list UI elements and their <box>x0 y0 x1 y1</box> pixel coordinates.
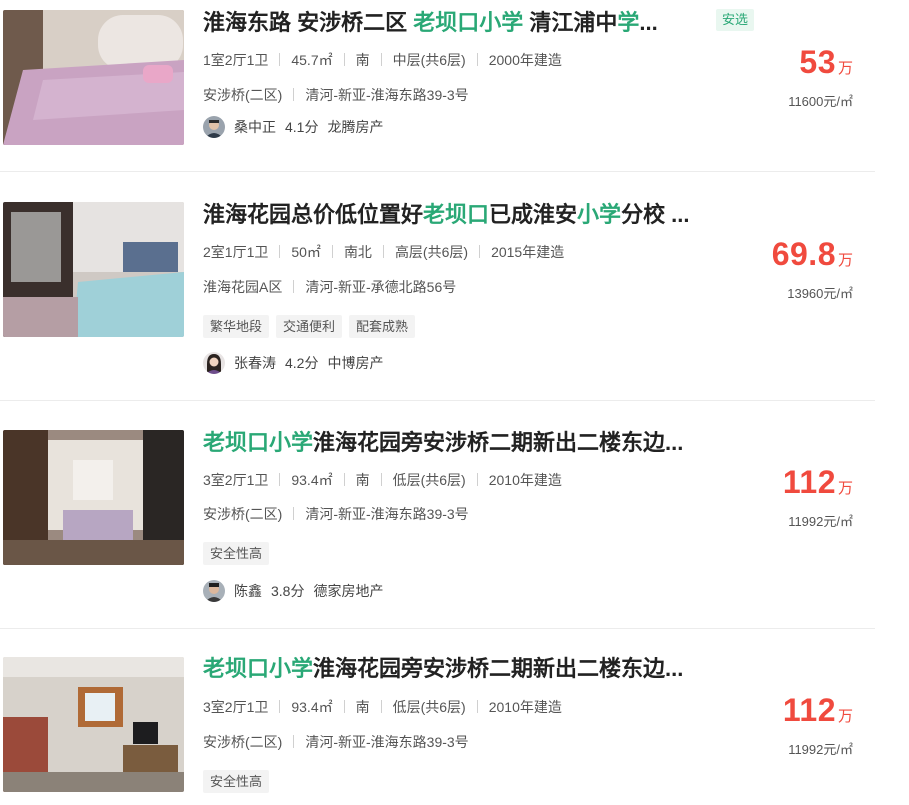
house-info: 3室2厅1卫 93.4㎡南低层(共6层) 2010年建造 <box>203 472 562 488</box>
agent-score: 4.1分 <box>285 119 319 135</box>
listing-photo[interactable] <box>3 10 184 145</box>
house-info: 1室2厅1卫 45.7㎡南中层(共6层) 2000年建造 <box>203 52 562 68</box>
community-link[interactable]: 安涉桥(二区) <box>203 87 282 103</box>
agent-info[interactable]: 张春涛 4.2分 中博房产 <box>203 352 383 374</box>
community-link[interactable]: 安涉桥(二区) <box>203 506 282 522</box>
avatar <box>203 352 225 374</box>
unit-price: 11992元/㎡ <box>788 514 853 529</box>
unit-price: 11992元/㎡ <box>788 742 853 757</box>
agent-info[interactable]: 桑中正 4.1分 龙腾房产 <box>203 116 383 138</box>
location-info: 淮海花园A区 清河-新亚-承德北路56号 <box>203 279 457 295</box>
feature-tags: 繁华地段 交通便利 配套成熟 <box>203 315 416 338</box>
unit-price: 11600元/㎡ <box>788 94 853 109</box>
listing-title[interactable]: 淮海花园总价低位置好老坝口已成淮安小学分校 ... <box>203 200 763 230</box>
listing-card[interactable]: 淮海东路 安涉桥二区 老坝口小学 清江浦中学... 安选 1室2厅1卫 45.7㎡… <box>0 0 875 172</box>
agent-company: 德家房地产 <box>313 583 384 599</box>
agent-score: 4.2分 <box>285 355 319 371</box>
avatar <box>203 116 225 138</box>
location-info: 安涉桥(二区) 清河-新亚-淮海东路39-3号 <box>203 506 469 522</box>
listing-title[interactable]: 老坝口小学淮海花园旁安涉桥二期新出二楼东边... <box>203 428 763 458</box>
listing-card[interactable]: 老坝口小学淮海花园旁安涉桥二期新出二楼东边... 3室2厅1卫 93.4㎡南低层(… <box>0 401 875 629</box>
feature-tag: 交通便利 <box>276 315 343 338</box>
total-price: 112 万 <box>782 692 853 728</box>
location-info: 安涉桥(二区) 清河-新亚-淮海东路39-3号 <box>203 734 469 750</box>
community-link[interactable]: 安涉桥(二区) <box>203 734 282 750</box>
community-link[interactable]: 淮海花园A区 <box>203 279 282 295</box>
agent-name: 陈鑫 <box>234 583 262 599</box>
listing-card[interactable]: 老坝口小学淮海花园旁安涉桥二期新出二楼东边... 3室2厅1卫 93.4㎡南低层(… <box>0 629 875 805</box>
total-price: 112 万 <box>782 464 853 500</box>
location-info: 安涉桥(二区) 清河-新亚-淮海东路39-3号 <box>203 87 469 103</box>
feature-tag: 配套成熟 <box>349 315 416 338</box>
agent-company: 龙腾房产 <box>327 119 384 135</box>
feature-tag: 安全性高 <box>203 542 270 565</box>
listing-card[interactable]: 淮海花园总价低位置好老坝口已成淮安小学分校 ... 2室1厅1卫 50㎡ 南北 高层(… <box>0 172 875 401</box>
listing-photo[interactable] <box>3 657 184 792</box>
feature-tags: 安全性高 <box>203 770 270 793</box>
agent-name: 张春涛 <box>234 355 276 371</box>
listing-photo[interactable] <box>3 202 184 337</box>
feature-tag: 安全性高 <box>203 770 270 793</box>
agent-info[interactable]: 陈鑫 3.8分 德家房地产 <box>203 580 383 602</box>
avatar <box>203 580 225 602</box>
anxuan-badge: 安选 <box>716 9 755 31</box>
listing-title[interactable]: 淮海东路 安涉桥二区 老坝口小学 清江浦中学... <box>203 8 763 38</box>
listing-photo[interactable] <box>3 430 184 565</box>
feature-tags: 安全性高 <box>203 542 270 565</box>
agent-score: 3.8分 <box>271 583 305 599</box>
total-price: 69.8 万 <box>771 236 853 272</box>
agent-name: 桑中正 <box>234 119 276 135</box>
feature-tag: 繁华地段 <box>203 315 270 338</box>
total-price: 53 万 <box>799 44 853 80</box>
agent-company: 中博房产 <box>327 355 384 371</box>
unit-price: 13960元/㎡ <box>787 286 853 301</box>
listing-title[interactable]: 老坝口小学淮海花园旁安涉桥二期新出二楼东边... <box>203 654 763 684</box>
house-info: 3室2厅1卫 93.4㎡南低层(共6层) 2010年建造 <box>203 699 562 715</box>
house-info: 2室1厅1卫 50㎡ 南北 高层(共6层) 2015年建造 <box>203 244 565 260</box>
